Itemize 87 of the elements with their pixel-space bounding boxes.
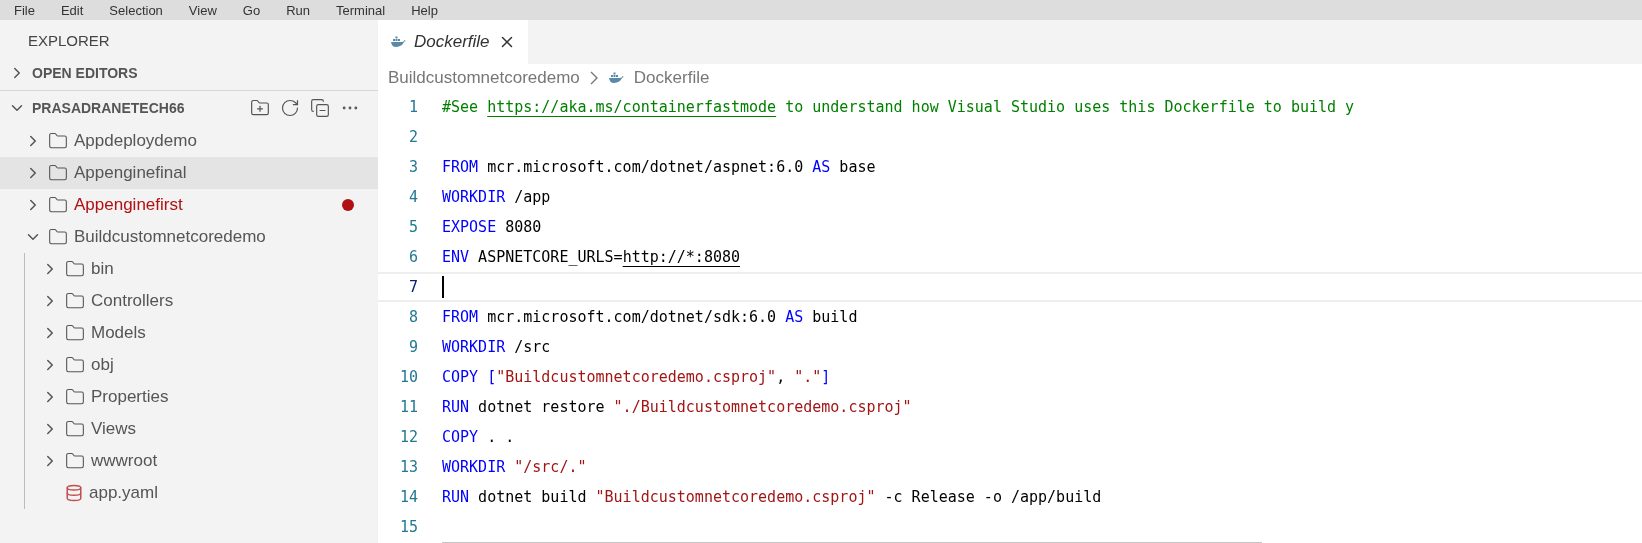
line-number: 12 — [398, 428, 418, 446]
code-line: WORKDIR /src — [442, 338, 551, 356]
breadcrumb-item[interactable]: Buildcustomnetcoredemo — [388, 68, 580, 88]
tree-item-label: Properties — [91, 387, 169, 407]
folder-icon — [48, 195, 68, 215]
section-header[interactable]: OPEN EDITORS — [0, 56, 378, 90]
line-number: 13 — [398, 458, 418, 476]
tree-item-label: Controllers — [91, 291, 174, 311]
menu-item[interactable]: File — [14, 2, 35, 18]
code-line: RUN dotnet restore "./Buildcustomnetcoredemo.csproj" — [442, 398, 912, 416]
new-folder-icon[interactable] — [250, 98, 270, 118]
tree-item[interactable]: Views — [25, 413, 378, 445]
tree-item[interactable]: Models — [25, 317, 378, 349]
tree-item[interactable]: wwwroot — [25, 445, 378, 477]
line-number: 8 — [407, 308, 418, 326]
tree-item-label: Appenginefirst — [74, 195, 183, 215]
chevron-right-icon — [589, 71, 598, 85]
whale-icon — [390, 36, 406, 48]
folder-icon — [65, 355, 85, 375]
line-number: 6 — [407, 248, 418, 266]
code-line: #See https://aka.ms/containerfastmode to understand how Visual Studio uses this Dockerfile to build y — [442, 98, 1355, 116]
folder-icon — [48, 163, 68, 183]
line-number: 5 — [407, 218, 418, 236]
explorer-title: EXPLORER — [27, 31, 111, 51]
code-line: FROM mcr.microsoft.com/dotnet/sdk:6.0 AS build — [442, 308, 858, 326]
line-number: 14 — [398, 488, 418, 506]
tree-item[interactable]: Controllers — [25, 285, 378, 317]
section-header[interactable]: PRASADRANETECH66 — [0, 90, 378, 125]
tree-item-label: Views — [91, 419, 137, 439]
breadcrumb-item[interactable]: Dockerfile — [633, 68, 710, 88]
whale-icon — [607, 72, 624, 84]
folder-icon — [65, 259, 85, 279]
line-number: 2 — [407, 128, 418, 146]
line-number: 15 — [398, 518, 418, 536]
code-line: WORKDIR "/src/." — [442, 458, 587, 476]
menu-item[interactable]: Edit — [60, 2, 84, 18]
folder-icon — [65, 387, 85, 407]
database-icon — [65, 484, 83, 502]
code-line: WORKDIR /app — [442, 188, 551, 206]
tree-item[interactable]: Appenginefirst — [0, 189, 378, 221]
menu-item[interactable]: Terminal — [336, 2, 386, 18]
tree-item-label: obj — [91, 355, 114, 375]
refresh-icon[interactable] — [280, 98, 300, 118]
tree-item-label: app.yaml — [89, 483, 158, 503]
tree-item[interactable]: Buildcustomnetcoredemo — [0, 221, 378, 253]
tree-item[interactable]: bin — [25, 253, 378, 285]
menu-item[interactable]: Help — [411, 2, 438, 18]
folder-icon — [65, 323, 85, 343]
folder-icon — [65, 451, 85, 471]
menu-item[interactable]: Selection — [109, 2, 163, 18]
line-number: 1 — [407, 98, 418, 116]
folder-icon — [48, 227, 68, 247]
code-line: FROM mcr.microsoft.com/dotnet/aspnet:6.0 AS base — [442, 158, 876, 176]
code-line: ENV ASPNETCORE_URLS=http://*:8080 — [442, 248, 741, 266]
tree-item[interactable]: Appenginefinal — [0, 157, 378, 189]
code-line: COPY . . — [442, 428, 515, 446]
tree-item-label: Buildcustomnetcoredemo — [74, 227, 266, 247]
tree-item-label: Appenginefinal — [74, 163, 187, 183]
tree-item-label: Models — [91, 323, 146, 343]
tree-item-label: bin — [91, 259, 114, 279]
line-number: 9 — [407, 338, 418, 356]
modified-dot — [342, 199, 354, 211]
text-cursor — [442, 276, 444, 298]
collapse-icon[interactable] — [310, 98, 330, 118]
line-number: 3 — [407, 158, 418, 176]
section-title: OPEN EDITORS — [32, 65, 138, 81]
tree-item[interactable]: Properties — [25, 381, 378, 413]
tree-item[interactable]: Appdeploydemo — [0, 125, 378, 157]
editor-tab[interactable]: Dockerfile — [378, 20, 528, 64]
code-line: EXPOSE 8080 — [442, 218, 542, 236]
tree-item[interactable]: app.yaml — [25, 477, 378, 509]
code-line: COPY ["Buildcustomnetcoredemo.csproj", "."] — [442, 368, 831, 386]
menu-item[interactable]: Run — [286, 2, 310, 18]
tree-item-label: Appdeploydemo — [74, 131, 197, 151]
section-title: PRASADRANETECH66 — [32, 100, 185, 116]
folder-icon — [65, 291, 85, 311]
tree-item[interactable]: obj — [25, 349, 378, 381]
menu-item[interactable]: View — [188, 2, 217, 18]
line-number: 11 — [398, 398, 418, 416]
folder-icon — [48, 131, 68, 151]
folder-icon — [65, 419, 85, 439]
menu-item[interactable]: Go — [242, 2, 261, 18]
line-number: 10 — [398, 368, 418, 386]
line-number: 4 — [407, 188, 418, 206]
code-line: RUN dotnet build "Buildcustomnetcoredemo.csproj" -c Release -o /app/build — [442, 488, 1102, 506]
tree-item-label: wwwroot — [91, 451, 158, 471]
line-number: 7 — [407, 278, 418, 296]
